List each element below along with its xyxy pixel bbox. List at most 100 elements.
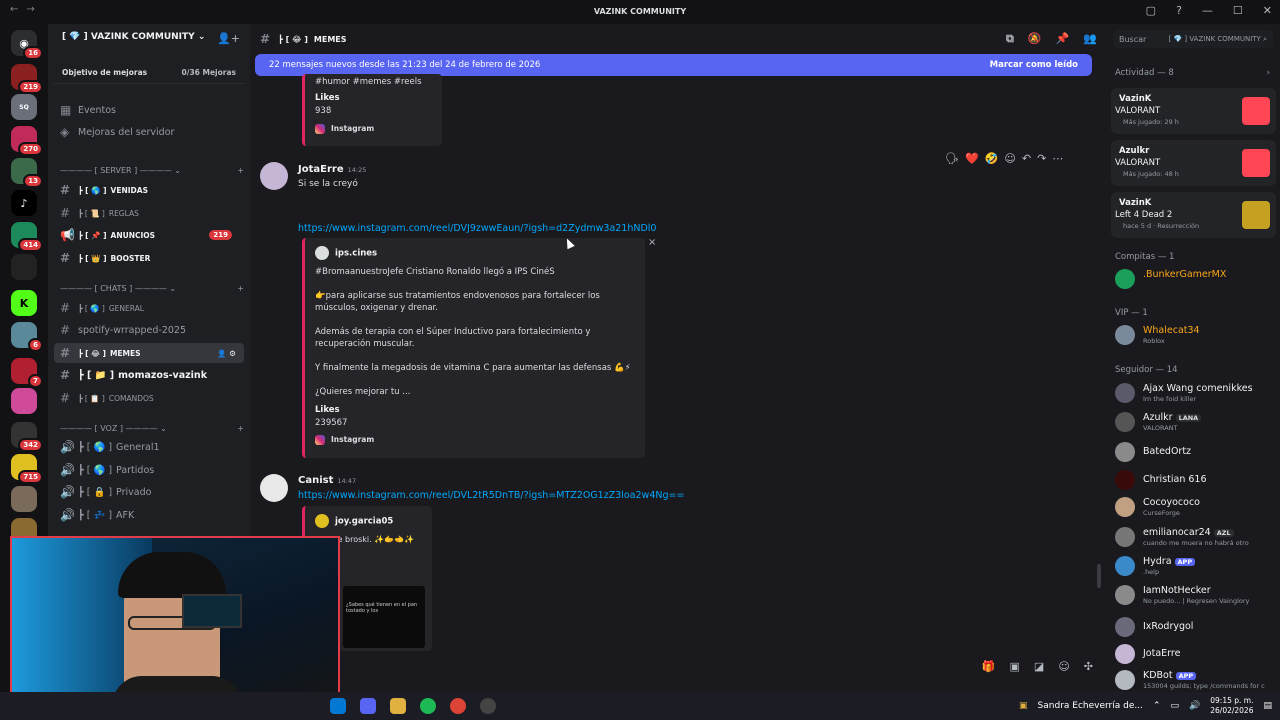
server-icon[interactable]: 219: [11, 64, 43, 94]
video-thumbnail[interactable]: ¿Sabes qué tienen en el pan tostado y lo…: [343, 586, 425, 648]
spotify-icon[interactable]: [420, 698, 436, 714]
taskbar-media-label[interactable]: Sandra Echeverría de...: [1038, 701, 1143, 711]
emoji-icon[interactable]: ☺: [1058, 660, 1069, 673]
minimize-button[interactable]: —: [1202, 4, 1213, 17]
server-icon[interactable]: 342: [11, 422, 43, 452]
channel-spotify[interactable]: # spotify-wrrapped-2025: [54, 320, 244, 340]
message-link[interactable]: https://www.instagram.com/reel/DVJ9zwwEa…: [298, 223, 656, 234]
gif-icon[interactable]: ▣: [1010, 660, 1020, 673]
mark-read-button[interactable]: Marcar como leído: [990, 60, 1078, 70]
activity-card[interactable]: Azulkr VALORANT Más jugado: 48 h: [1111, 140, 1276, 186]
activity-card[interactable]: VazinK Left 4 Dead 2 hace 5 d · Resurrec…: [1111, 192, 1276, 238]
server-icon[interactable]: SQ: [11, 94, 37, 120]
member-item[interactable]: Christian 616: [1113, 467, 1275, 493]
channel-comandos[interactable]: # ┣ [ 📋 ] COMANDOS: [54, 388, 244, 408]
add-reaction-icon[interactable]: ☺: [1004, 152, 1015, 165]
close-button[interactable]: ✕: [1263, 4, 1272, 17]
mute-icon[interactable]: 🔕: [1028, 32, 1042, 46]
message-author[interactable]: JotaErre 14:25: [298, 164, 366, 175]
members-icon[interactable]: 👥: [1083, 32, 1097, 46]
voice-general1[interactable]: 🔊 ┣ [ 🌎 ] General1: [54, 437, 244, 457]
member-item[interactable]: .BunkerGamerMX: [1113, 266, 1275, 292]
reply-icon[interactable]: ↶: [1022, 152, 1031, 165]
avatar[interactable]: [260, 162, 288, 190]
member-item[interactable]: IxRodrygol: [1113, 614, 1275, 640]
message-author[interactable]: Canist 14:47: [298, 475, 356, 486]
server-icon[interactable]: 13: [11, 158, 43, 188]
activity-header[interactable]: Actividad — 8 ›: [1115, 68, 1270, 78]
more-icon[interactable]: ⋯: [1052, 152, 1063, 165]
chrome-icon[interactable]: [450, 698, 466, 714]
member-item[interactable]: Whalecat34 Roblox: [1113, 322, 1275, 348]
server-icon[interactable]: 414: [11, 222, 43, 252]
channel-anuncios[interactable]: 📢 ┣ [ 📌 ] ANUNCIOS 219: [54, 225, 244, 245]
category-voice[interactable]: ———— [ VOZ ] ———— ⌄ +: [60, 424, 244, 433]
member-item[interactable]: Cocoyococo CurseForge: [1113, 494, 1275, 520]
avatar[interactable]: [260, 474, 288, 502]
server-icon[interactable]: [11, 486, 37, 512]
message-link[interactable]: https://www.instagram.com/reel/DVL2tR5Dn…: [298, 490, 684, 501]
channel-general[interactable]: # ┣ [ 🌎 ] GENERAL: [54, 298, 244, 318]
member-item[interactable]: KDBot APP 153004 guilds; type /commands fo…: [1113, 667, 1275, 693]
channel-venidas[interactable]: # ┣ [ 🌎 ] VENIDAS: [54, 180, 244, 200]
channel-memes[interactable]: # ┣ [ 😂 ] MEMES 👤 ⚙: [54, 343, 244, 363]
server-boost-link[interactable]: ◈ Mejoras del servidor: [54, 122, 244, 142]
search-input[interactable]: Buscar [ 💎 ] VAZINK COMMUNITY ⌕: [1113, 30, 1273, 48]
react-icon[interactable]: 🗣: [945, 152, 959, 165]
forward-icon[interactable]: ↷: [1037, 152, 1046, 165]
edge-icon[interactable]: [330, 698, 346, 714]
home-icon[interactable]: ◉ 16: [11, 30, 43, 60]
member-item[interactable]: emilianocar24 AZL cuando me muera no habrá…: [1113, 524, 1275, 550]
volume-icon[interactable]: 🔊: [1189, 701, 1200, 711]
server-icon[interactable]: 6: [11, 322, 43, 352]
file-explorer-icon[interactable]: [390, 698, 406, 714]
sticker-icon[interactable]: ◪: [1034, 660, 1044, 673]
inbox-icon[interactable]: ▢: [1146, 4, 1156, 17]
boost-goal[interactable]: Objetivo de mejoras 0/36 Mejoras: [54, 62, 244, 84]
member-item[interactable]: Ajax Wang comenikkes Im the foid killer: [1113, 380, 1275, 406]
notifications-icon[interactable]: ▤: [1263, 701, 1272, 711]
help-icon[interactable]: ?: [1176, 4, 1182, 17]
channel-reglas[interactable]: # ┣ [ 📜 ] REGLAS: [54, 203, 244, 223]
new-messages-bar[interactable]: 22 mensajes nuevos desde las 21:23 del 2…: [255, 54, 1092, 76]
gift-icon[interactable]: 🎁: [982, 660, 996, 673]
server-icon[interactable]: [11, 388, 37, 414]
voice-partidos[interactable]: 🔊 ┣ [ 🌎 ] Partidos: [54, 460, 244, 480]
category-server[interactable]: ———— [ SERVER ] ———— ⌄ +: [60, 166, 244, 175]
member-item[interactable]: IamNotHecker No puedo... | Regresen Vaing…: [1113, 582, 1275, 608]
member-item[interactable]: BatedOrtz: [1113, 439, 1275, 465]
server-name[interactable]: [ 💎 ] VAZINK COMMUNITY ⌄: [62, 32, 205, 42]
voice-afk[interactable]: 🔊 ┣ [ 💤 ] AFK: [54, 505, 244, 525]
add-member-icon[interactable]: 👤+: [217, 32, 240, 45]
activity-card[interactable]: VazinK VALORANT Más jugado: 29 h: [1111, 88, 1276, 134]
category-chats[interactable]: ———— [ CHATS ] ———— ⌄ +: [60, 284, 244, 293]
media-app-icon[interactable]: ▣: [1019, 701, 1028, 711]
server-icon[interactable]: [11, 254, 37, 280]
events-link[interactable]: ▦ Eventos: [54, 100, 244, 120]
server-icon[interactable]: 7: [11, 358, 43, 388]
voice-privado[interactable]: 🔊 ┣ [ 🔒 ] Privado: [54, 482, 244, 502]
tray-up-icon[interactable]: ⌃: [1153, 701, 1161, 711]
pin-icon[interactable]: 📌: [1056, 32, 1070, 46]
apps-icon[interactable]: ✣: [1084, 660, 1093, 673]
scrollbar[interactable]: [1097, 564, 1101, 588]
network-icon[interactable]: ▭: [1171, 701, 1180, 711]
laugh-reaction-icon[interactable]: 🤣: [985, 152, 999, 165]
remove-embed-icon[interactable]: ×: [648, 237, 656, 248]
discord-icon[interactable]: [360, 698, 376, 714]
member-item[interactable]: JotaErre: [1113, 641, 1275, 667]
server-icon[interactable]: 270: [11, 126, 43, 156]
channel-booster[interactable]: # ┣ [ 👑 ] BOOSTER: [54, 248, 244, 268]
threads-icon[interactable]: ⧉: [1006, 32, 1014, 46]
member-item[interactable]: Azulkr LANA VALORANT: [1113, 409, 1275, 435]
message-input-bar[interactable]: 🎁 ▣ ◪ ☺ ✣: [250, 650, 1105, 692]
channel-momazos[interactable]: # ┣ [ 📁 ] momazos-vazink: [54, 365, 244, 385]
clock[interactable]: 09:15 p. m. 26/02/2026: [1210, 696, 1253, 716]
kick-icon[interactable]: K: [11, 290, 37, 316]
maximize-button[interactable]: ☐: [1233, 4, 1243, 17]
tiktok-icon[interactable]: ♪: [11, 190, 37, 216]
obs-icon[interactable]: [480, 698, 496, 714]
member-item[interactable]: Hydra APP .help: [1113, 553, 1275, 579]
heart-reaction-icon[interactable]: ❤️: [965, 152, 979, 165]
server-icon[interactable]: 715: [11, 454, 43, 484]
